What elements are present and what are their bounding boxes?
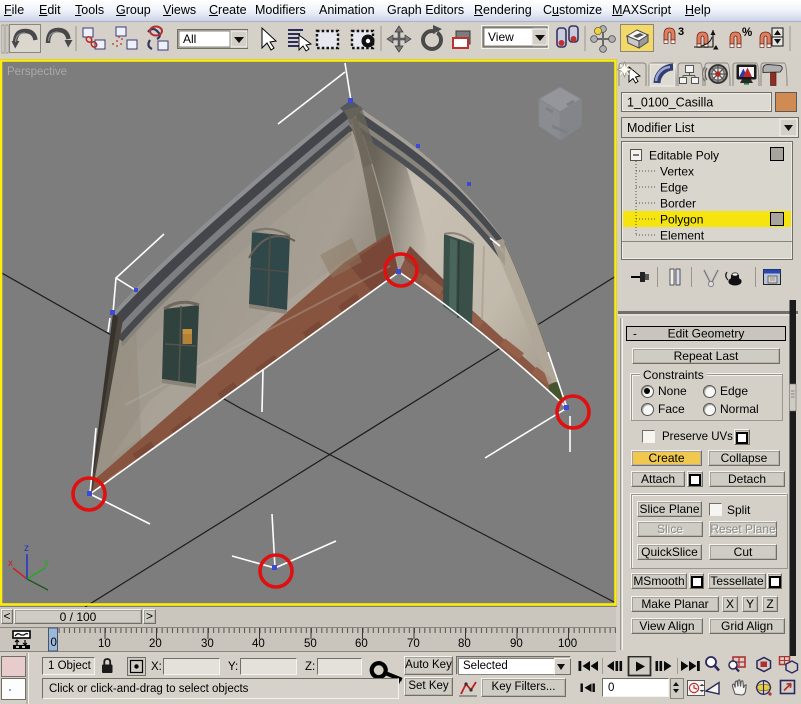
svg-text:20: 20 <box>149 638 162 650</box>
svg-text:Perspective: Perspective <box>7 66 67 78</box>
svg-text:90: 90 <box>510 638 523 650</box>
svg-text:10: 10 <box>98 638 111 650</box>
svg-text:Edge: Edge <box>660 181 688 195</box>
svg-text:80: 80 <box>458 638 471 650</box>
svg-text:3: 3 <box>678 26 684 38</box>
svg-text:Vertex: Vertex <box>660 165 694 179</box>
svg-text:60: 60 <box>355 638 368 650</box>
svg-text:40: 40 <box>252 638 265 650</box>
svg-text:y: y <box>44 557 49 568</box>
svg-text:z: z <box>24 543 29 554</box>
svg-text:Polygon: Polygon <box>660 213 703 227</box>
svg-text:View: View <box>488 30 514 44</box>
svg-text:1_0100_Casilla: 1_0100_Casilla <box>627 96 713 110</box>
svg-text:30: 30 <box>201 638 214 650</box>
svg-text:%: % <box>742 27 752 39</box>
svg-text:-: - <box>633 329 637 341</box>
svg-text:Element: Element <box>660 229 705 243</box>
svg-text:0: 0 <box>51 637 57 649</box>
svg-text:100: 100 <box>558 638 577 650</box>
svg-text:50: 50 <box>304 638 317 650</box>
svg-text:x: x <box>8 558 13 569</box>
svg-text:All: All <box>183 32 196 46</box>
svg-text:70: 70 <box>407 638 420 650</box>
svg-text:Editable Poly: Editable Poly <box>649 149 719 163</box>
svg-text:Modifier List: Modifier List <box>627 121 695 135</box>
svg-text:Edit Geometry: Edit Geometry <box>668 327 745 341</box>
svg-text:Border: Border <box>660 197 696 211</box>
